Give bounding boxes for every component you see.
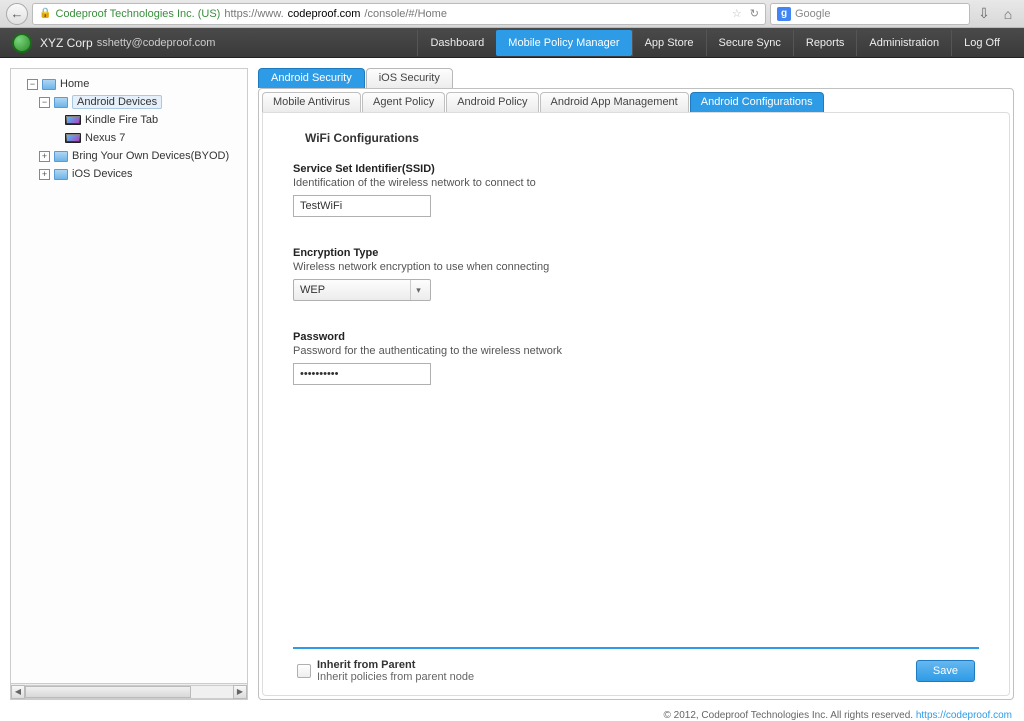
collapse-icon[interactable]: − [27,79,38,90]
inherit-block: Inherit from Parent Inherit policies fro… [317,659,474,683]
ssid-description: Identification of the wireless network t… [293,177,979,189]
home-icon[interactable]: ⌂ [998,4,1018,24]
footer-link[interactable]: https://codeproof.com [916,710,1012,721]
panel-footer: Inherit from Parent Inherit policies fro… [293,657,979,687]
device-tree: − Home − Android Devices Kindle Fire Tab… [11,69,247,683]
field-ssid: Service Set Identifier(SSID) Identificat… [293,163,979,217]
bookmark-star-icon[interactable]: ☆ [732,7,742,20]
sidebar-hscrollbar[interactable]: ◀ ▶ [11,683,247,699]
url-path: /console/#/Home [364,8,447,20]
folder-icon [54,169,68,180]
encryption-select[interactable]: WEP ▾ [293,279,431,301]
content-area: Android Security iOS Security Mobile Ant… [258,68,1014,700]
expand-icon[interactable]: + [39,169,50,180]
tree-nexus7[interactable]: Nexus 7 [15,129,243,147]
top-nav: XYZ Corp sshetty@codeproof.com Dashboard… [0,28,1024,58]
encryption-description: Wireless network encryption to use when … [293,261,979,273]
reload-icon[interactable]: ↻ [750,7,759,20]
browser-search-bar[interactable]: g Google [770,3,970,25]
brand-logo [12,33,32,53]
policy-sub-tabs: Mobile Antivirus Agent Policy Android Po… [262,92,1010,112]
tree-label: Bring Your Own Devices(BYOD) [72,150,229,162]
inherit-checkbox[interactable] [297,664,311,678]
password-input[interactable] [293,363,431,385]
page-footer: © 2012, Codeproof Technologies Inc. All … [0,710,1024,721]
save-button[interactable]: Save [916,660,975,682]
browser-chrome: ← 🔒 Codeproof Technologies Inc. (US) htt… [0,0,1024,28]
lock-icon: 🔒 [39,8,51,19]
tree-byod[interactable]: + Bring Your Own Devices(BYOD) [15,147,243,165]
inherit-description: Inherit policies from parent node [317,671,474,683]
expand-icon[interactable]: + [39,151,50,162]
encryption-label: Encryption Type [293,247,979,259]
tree-label: iOS Devices [72,168,133,180]
tab-agent-policy[interactable]: Agent Policy [362,92,445,112]
footer-divider [293,647,979,649]
nav-logoff[interactable]: Log Off [951,30,1012,56]
tab-android-app-management[interactable]: Android App Management [540,92,689,112]
device-icon [65,115,81,125]
ssid-label: Service Set Identifier(SSID) [293,163,979,175]
browser-back-button[interactable]: ← [6,3,28,25]
section-title: WiFi Configurations [305,131,979,145]
folder-icon [42,79,56,90]
tab-ios-security[interactable]: iOS Security [366,68,453,88]
nav-dashboard[interactable]: Dashboard [417,30,496,56]
security-tabs: Android Security iOS Security [258,68,1014,88]
ssid-input[interactable] [293,195,431,217]
tree-label: Kindle Fire Tab [85,114,158,126]
download-icon[interactable]: ⇩ [974,4,994,24]
google-icon: g [777,7,791,21]
nav-secure-sync[interactable]: Secure Sync [706,30,793,56]
footer-copyright: © 2012, Codeproof Technologies Inc. All … [663,710,915,721]
chevron-down-icon: ▾ [410,280,426,300]
tree-kindle[interactable]: Kindle Fire Tab [15,111,243,129]
nav-administration[interactable]: Administration [856,30,951,56]
tab-mobile-antivirus[interactable]: Mobile Antivirus [262,92,361,112]
tree-android-devices[interactable]: − Android Devices [15,93,243,111]
nav-reports[interactable]: Reports [793,30,857,56]
folder-icon [54,97,68,108]
collapse-icon[interactable]: − [39,97,50,108]
tab-android-policy[interactable]: Android Policy [446,92,538,112]
folder-icon [54,151,68,162]
sidebar: − Home − Android Devices Kindle Fire Tab… [10,68,248,700]
nav-mobile-policy-manager[interactable]: Mobile Policy Manager [496,30,631,56]
search-placeholder: Google [795,8,830,20]
url-prefix: https://www. [224,8,283,20]
scroll-left-icon[interactable]: ◀ [11,685,25,699]
field-encryption: Encryption Type Wireless network encrypt… [293,247,979,301]
nav-app-store[interactable]: App Store [632,30,706,56]
tree-label: Nexus 7 [85,132,125,144]
password-description: Password for the authenticating to the w… [293,345,979,357]
tree-ios-devices[interactable]: + iOS Devices [15,165,243,183]
tab-android-security[interactable]: Android Security [258,68,365,88]
password-label: Password [293,331,979,343]
org-name: XYZ Corp [40,36,93,50]
main-area: − Home − Android Devices Kindle Fire Tab… [0,58,1024,710]
tab-android-configurations[interactable]: Android Configurations [690,92,824,112]
url-host: codeproof.com [288,8,361,20]
tree-label: Home [60,78,89,90]
user-email: sshetty@codeproof.com [97,37,216,49]
tree-label: Android Devices [72,95,162,109]
encryption-value: WEP [300,284,325,296]
inherit-label: Inherit from Parent [317,659,474,671]
tree-home[interactable]: − Home [15,75,243,93]
scroll-right-icon[interactable]: ▶ [233,685,247,699]
field-password: Password Password for the authenticating… [293,331,979,385]
policy-panel: Mobile Antivirus Agent Policy Android Po… [258,88,1014,700]
site-identity: Codeproof Technologies Inc. (US) [55,8,220,20]
url-bar[interactable]: 🔒 Codeproof Technologies Inc. (US) https… [32,3,766,25]
device-icon [65,133,81,143]
panel-body: WiFi Configurations Service Set Identifi… [262,112,1010,696]
